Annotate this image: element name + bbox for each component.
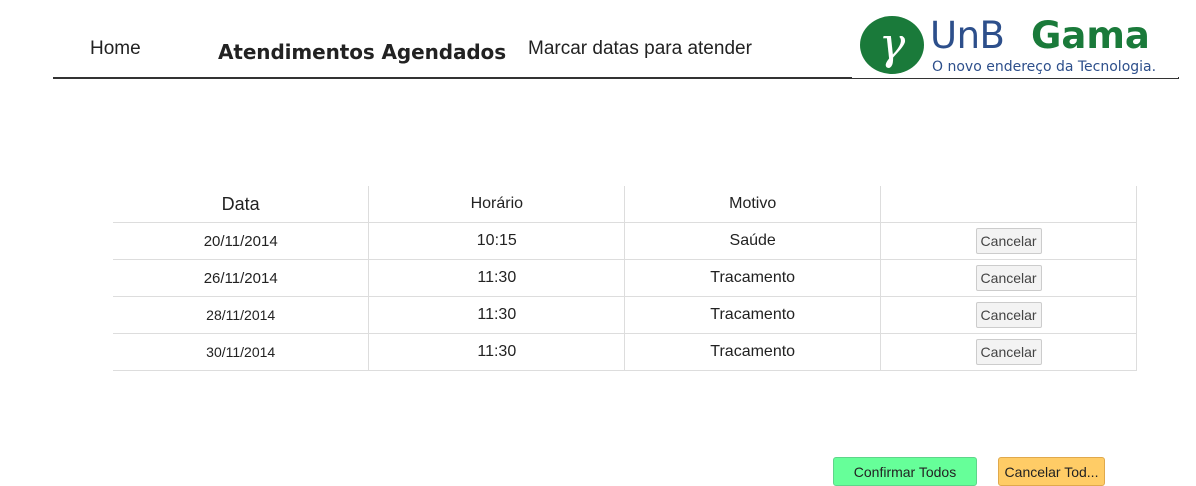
table-header-row: Data Horário Motivo <box>113 186 1137 223</box>
cancel-button[interactable]: Cancelar <box>975 339 1042 365</box>
cell-time: 11:30 <box>368 333 625 371</box>
cell-reason: Tracamento <box>624 296 881 334</box>
cell-date: 30/11/2014 <box>113 333 369 371</box>
header-horario: Horário <box>368 186 625 223</box>
cell-reason: Saúde <box>624 222 881 260</box>
cell-reason: Tracamento <box>624 333 881 371</box>
cell-date: 20/11/2014 <box>113 222 369 260</box>
cell-time: 11:30 <box>368 259 625 297</box>
nav-mark-dates-link[interactable]: Marcar datas para atender <box>528 38 752 60</box>
cancel-button[interactable]: Cancelar <box>975 302 1042 328</box>
cell-time: 10:15 <box>368 222 625 260</box>
cell-reason: Tracamento <box>624 259 881 297</box>
table-row: 30/11/2014 11:30 Tracamento Cancelar <box>113 333 1137 371</box>
unb-gama-logo: γ UnB Gama O novo endereço da Tecnologia… <box>852 10 1178 78</box>
header-actions <box>880 186 1137 223</box>
table-row: 26/11/2014 11:30 Tracamento Cancelar <box>113 259 1137 297</box>
nav-home-link[interactable]: Home <box>90 38 141 60</box>
cancel-button[interactable]: Cancelar <box>975 265 1042 291</box>
cell-action: Cancelar <box>880 296 1137 334</box>
table-row: 28/11/2014 11:30 Tracamento Cancelar <box>113 296 1137 334</box>
header-motivo: Motivo <box>624 186 881 223</box>
cell-action: Cancelar <box>880 259 1137 297</box>
logo-gama-text: Gama <box>1031 14 1150 57</box>
appointments-table-container: Data Horário Motivo 20/11/2014 10:15 Saú… <box>113 186 1137 371</box>
page: Home Atendimentos Agendados Marcar datas… <box>0 0 1196 486</box>
cell-date: 26/11/2014 <box>113 259 369 297</box>
appointments-table: Data Horário Motivo 20/11/2014 10:15 Saú… <box>113 186 1137 371</box>
cell-date: 28/11/2014 <box>113 296 369 334</box>
header-data: Data <box>113 186 369 223</box>
cancel-button[interactable]: Cancelar <box>975 228 1042 254</box>
confirm-all-button[interactable]: Confirmar Todos <box>833 457 977 486</box>
cell-action: Cancelar <box>880 333 1137 371</box>
cell-action: Cancelar <box>880 222 1137 260</box>
table-row: 20/11/2014 10:15 Saúde Cancelar <box>113 222 1137 260</box>
gamma-logo-icon: γ <box>860 16 924 74</box>
logo-unb-text: UnB <box>930 14 1005 57</box>
nav-appointments-link[interactable]: Atendimentos Agendados <box>218 40 506 64</box>
logo-tagline: O novo endereço da Tecnologia. <box>932 59 1157 75</box>
cancel-all-button[interactable]: Cancelar Tod... <box>998 457 1105 486</box>
cell-time: 11:30 <box>368 296 625 334</box>
